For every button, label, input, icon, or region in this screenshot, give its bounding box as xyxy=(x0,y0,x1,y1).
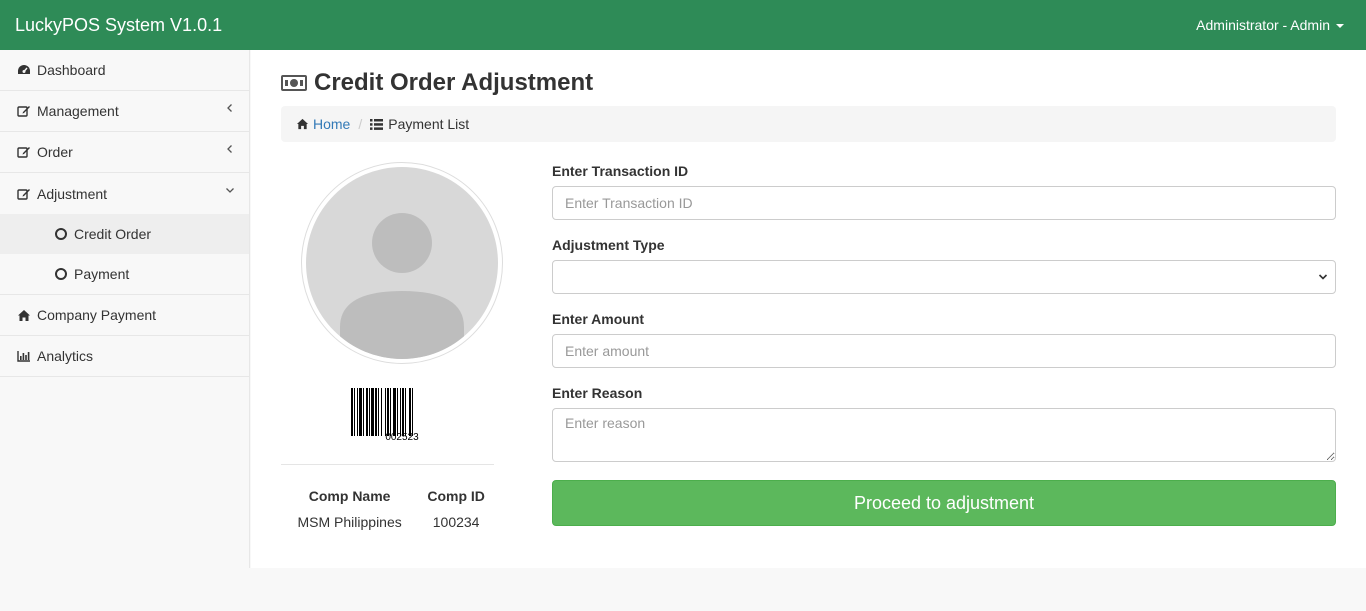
barcode-number: 002523 xyxy=(385,432,419,443)
proceed-adjustment-button[interactable]: Proceed to adjustment xyxy=(552,480,1336,526)
avatar-placeholder-icon xyxy=(306,167,498,359)
adjustment-form: Enter Transaction ID Adjustment Type Ent… xyxy=(552,162,1336,526)
sidebar-item-adjustment[interactable]: Adjustment xyxy=(0,173,249,214)
main-content: Credit Order Adjustment Home / Payment L… xyxy=(251,50,1366,568)
sidebar-item-order[interactable]: Order xyxy=(0,132,249,173)
user-name: Administrator - Admin xyxy=(1196,17,1330,33)
adjustment-submenu: Credit Order Payment xyxy=(0,214,249,295)
breadcrumb: Home / Payment List xyxy=(281,106,1336,142)
app-title[interactable]: LuckyPOS System V1.0.1 xyxy=(15,14,222,36)
circle-icon xyxy=(55,228,67,240)
page-title: Credit Order Adjustment xyxy=(281,69,593,97)
comp-id-header: Comp ID xyxy=(427,488,485,504)
money-icon xyxy=(281,75,307,91)
reason-textarea[interactable] xyxy=(552,408,1336,462)
dashboard-icon xyxy=(17,63,31,77)
list-icon xyxy=(370,118,384,130)
breadcrumb-separator: / xyxy=(358,116,363,132)
sidebar-subitem-label: Payment xyxy=(74,266,130,282)
sidebar-item-dashboard[interactable]: Dashboard xyxy=(0,50,249,91)
edit-icon xyxy=(17,145,31,159)
amount-input[interactable] xyxy=(552,334,1336,368)
sidebar-subitem-credit-order[interactable]: Credit Order xyxy=(0,214,249,254)
caret-down-icon xyxy=(1336,24,1344,29)
table-row: MSM Philippines 100234 xyxy=(281,506,494,530)
reason-label: Enter Reason xyxy=(552,385,643,401)
chevron-left-icon xyxy=(227,104,232,112)
sidebar-item-management[interactable]: Management xyxy=(0,91,249,132)
home-icon xyxy=(296,118,309,130)
sidebar-item-label: Analytics xyxy=(37,348,94,364)
home-icon xyxy=(17,308,31,322)
comp-name-value: MSM Philippines xyxy=(297,514,402,530)
sidebar-item-company-payment[interactable]: Company Payment xyxy=(0,295,249,336)
transaction-id-label: Enter Transaction ID xyxy=(552,163,689,179)
sidebar-subitem-payment[interactable]: Payment xyxy=(0,254,249,294)
sidebar-item-label: Dashboard xyxy=(37,62,106,78)
page-title-text: Credit Order Adjustment xyxy=(314,69,594,96)
top-navbar: LuckyPOS System V1.0.1 Administrator - A… xyxy=(0,0,1366,50)
comp-id-value: 100234 xyxy=(432,514,480,530)
company-info-table: Comp Name Comp ID MSM Philippines 100234 xyxy=(281,486,494,530)
edit-icon xyxy=(17,104,31,118)
avatar xyxy=(301,162,503,364)
adjustment-type-wrapper xyxy=(552,260,1336,310)
sidebar-item-label: Company Payment xyxy=(37,307,157,323)
user-menu[interactable]: Administrator - Admin xyxy=(1196,17,1344,33)
sidebar-item-label: Adjustment xyxy=(37,185,108,202)
transaction-id-input[interactable] xyxy=(552,186,1336,220)
adjustment-type-label: Adjustment Type xyxy=(552,237,665,253)
circle-icon xyxy=(55,268,67,280)
sidebar-item-label: Management xyxy=(37,103,119,119)
chevron-down-icon xyxy=(226,188,234,193)
breadcrumb-current: Payment List xyxy=(388,116,470,132)
sidebar-subitem-label: Credit Order xyxy=(74,226,152,242)
sidebar: Dashboard Management Order Adjustment Cr… xyxy=(0,50,250,568)
comp-name-header: Comp Name xyxy=(308,488,391,504)
sidebar-item-analytics[interactable]: Analytics xyxy=(0,336,249,377)
bar-chart-icon xyxy=(17,349,31,363)
sidebar-item-label: Order xyxy=(37,144,73,160)
footer-area xyxy=(0,568,1366,611)
edit-icon xyxy=(17,187,31,201)
chevron-left-icon xyxy=(227,145,232,153)
breadcrumb-home-link[interactable]: Home xyxy=(313,116,350,132)
amount-label: Enter Amount xyxy=(552,311,645,327)
divider xyxy=(281,464,494,465)
adjustment-type-select[interactable] xyxy=(552,260,1336,294)
